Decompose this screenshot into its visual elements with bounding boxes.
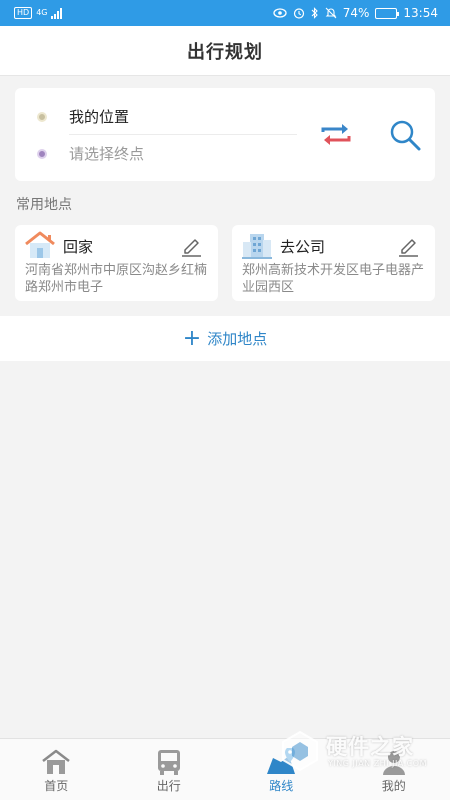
nav-label: 出行 [156,779,181,793]
start-location-row[interactable]: 我的位置 [37,106,129,127]
hd-badge: HD [14,7,33,19]
mute-icon [325,7,337,19]
add-place-button[interactable]: + 添加地点 [0,316,450,361]
edit-icon[interactable] [180,235,202,257]
page-title: 出行规划 [187,41,263,63]
add-place-label: 添加地点 [207,330,268,348]
status-bar: HD 4G 74% 13:54 [0,0,450,26]
nav-label: 我的 [381,779,406,793]
network-type: 4G [36,8,48,17]
place-card-home[interactable]: 回家 河南省郑州市中原区沟赵乡红楠路郑州市电子 [15,225,218,301]
frequent-places-label: 常用地点 [16,197,72,213]
start-location-text[interactable]: 我的位置 [69,106,129,127]
bluetooth-icon [311,7,318,19]
status-right: 74% 13:54 [273,7,438,19]
battery-icon [375,7,400,19]
watermark-subtext: YING JIAN ZHI JIA.COM [328,759,427,768]
nav-label: 路线 [269,779,294,793]
route-divider [69,134,297,135]
nav-label: 首页 [44,779,69,793]
clock: 13:54 [403,6,438,20]
battery-percent: 74% [342,6,370,20]
plus-icon: + [182,325,202,351]
end-location-input[interactable]: 请选择终点 [69,143,144,164]
swap-arrows-icon [321,124,351,145]
eye-icon [273,8,287,18]
search-icon [390,120,421,151]
office-building-icon [242,234,272,259]
nav-item-home[interactable]: 首页 [0,739,113,800]
place-name: 去公司 [280,238,326,256]
watermark-text: 硬件之家 [326,735,414,759]
watermark-logo-icon [282,730,318,772]
place-name: 回家 [63,238,94,256]
home-icon [42,749,71,774]
nav-item-travel[interactable]: 出行 [113,739,226,800]
swap-button[interactable] [319,120,353,150]
start-dot-icon [37,111,47,122]
status-left: HD 4G [14,7,63,19]
end-location-row[interactable]: 请选择终点 [37,143,144,164]
header: 出行规划 [0,26,450,76]
search-button[interactable] [388,118,422,152]
place-address: 郑州高新技术开发区电子电器产业园西区 [242,263,425,295]
route-card: 我的位置 请选择终点 [15,88,435,181]
alarm-icon [293,8,304,19]
watermark: 硬件之家 YING JIAN ZHI JIA.COM [278,729,448,775]
house-icon [25,231,55,258]
edit-icon[interactable] [397,235,419,257]
end-dot-icon [37,148,47,159]
place-address: 河南省郑州市中原区沟赵乡红楠路郑州市电子 [25,263,208,295]
bus-icon [157,750,180,775]
place-card-company[interactable]: 去公司 郑州高新技术开发区电子电器产业园西区 [232,225,435,301]
signal-icon [51,7,63,19]
